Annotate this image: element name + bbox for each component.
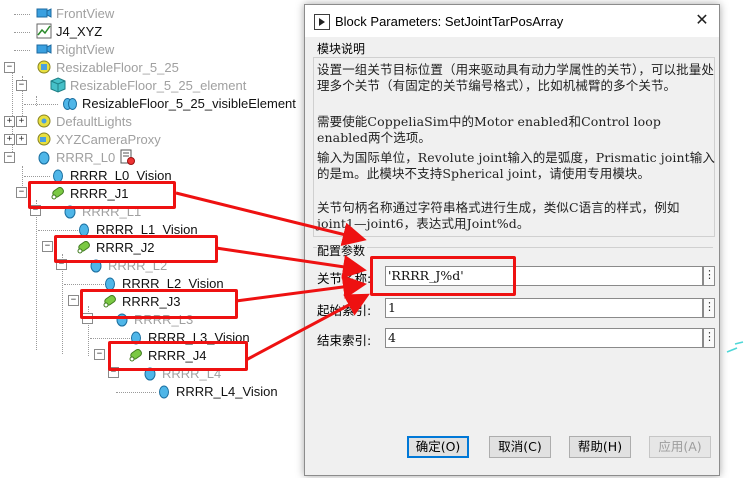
arrow-j3 [235,275,367,303]
arrow-j2 [215,246,367,279]
annotation-arrows [175,191,370,362]
arrow-j4 [245,293,370,362]
arrow-j1 [175,191,367,247]
scene-viewport-edge [726,341,744,353]
